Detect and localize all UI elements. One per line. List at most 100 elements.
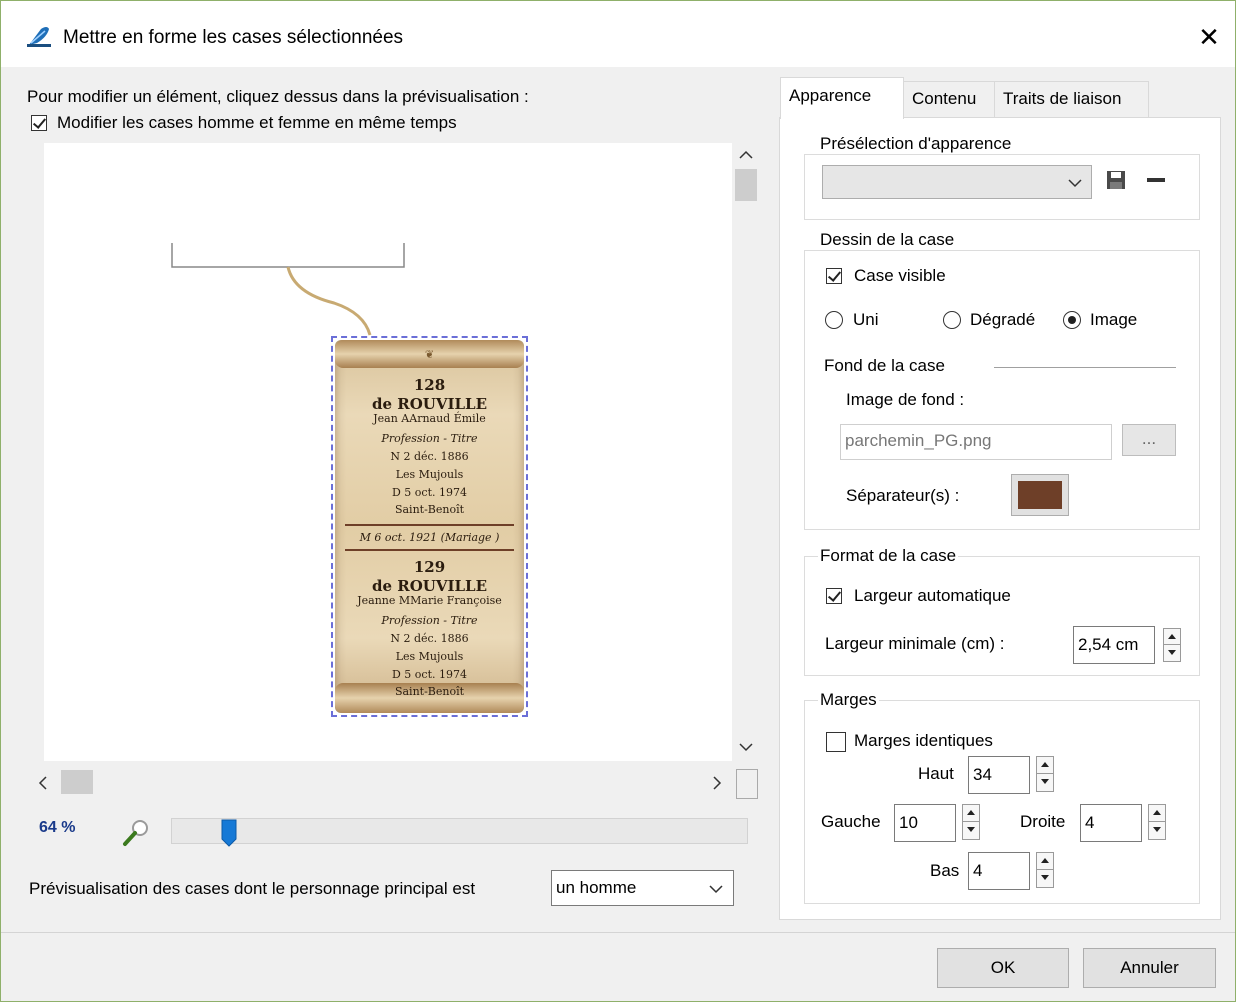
min-width-label: Largeur minimale (cm) : [825,634,1005,653]
stepper-up-icon[interactable] [1037,757,1053,774]
p1-number: 128 [413,376,446,394]
stepper-up-icon[interactable] [1164,629,1180,645]
p1-birth-place: Les Mujouls [395,468,464,481]
min-width-input[interactable]: 2,54 cm [1073,626,1155,664]
delete-preset-icon[interactable] [1145,169,1167,191]
p1-profession: Profession - Titre [381,432,478,445]
p1-death-place: Saint-Benoît [394,503,465,516]
margin-top-stepper[interactable] [1036,756,1054,792]
format-boxes-dialog: Mettre en forme les cases sélectionnées … [0,0,1236,1002]
scroll-corner-grip [736,769,758,799]
radio-uni[interactable] [825,311,843,329]
p2-birth-place: Les Mujouls [395,650,464,663]
tab-link-lines[interactable]: Traits de liaison [994,81,1149,117]
instruction-text: Pour modifier un élément, cliquez dessus… [27,87,529,106]
marriage-line: M 6 oct. 1921 (Mariage ) [359,531,500,544]
magnifier-icon[interactable] [121,817,155,847]
preview-filter-label: Prévisualisation des cases dont le perso… [29,879,476,898]
close-button[interactable]: ✕ [1191,21,1227,53]
preview-area[interactable]: ❦ 128 de ROUVILLE Jean AArnaud Émile Pro… [44,143,732,761]
format-group-title: Format de la case [818,546,959,566]
separator-color-swatch [1018,481,1062,509]
margin-left-input[interactable]: 10 [894,804,956,842]
scroll-down-icon[interactable] [738,741,754,753]
margin-top-label: Haut [918,764,954,783]
preview-vertical-scrollbar[interactable] [732,143,760,761]
preview-horizontal-scrollbar[interactable] [31,767,732,797]
preset-group-title: Présélection d'apparence [818,134,1014,154]
footer-divider [1,932,1235,933]
preset-select[interactable] [822,165,1092,199]
margin-bottom-stepper[interactable] [1036,852,1054,888]
stepper-up-icon[interactable] [963,805,979,822]
zoom-slider[interactable] [171,818,748,847]
modify-both-checkbox[interactable] [31,115,47,131]
window-title: Mettre en forme les cases sélectionnées [63,27,404,48]
margin-right-input[interactable]: 4 [1080,804,1142,842]
stepper-down-icon[interactable] [1164,645,1180,661]
modify-both-label: Modifier les cases homme et femme en mêm… [57,113,457,132]
zoom-value: 64 % [39,819,76,836]
section-divider [994,367,1176,368]
separator-line-bottom [345,549,514,551]
auto-width-checkbox[interactable] [826,588,842,604]
p1-given-names: Jean AArnaud Émile [373,412,486,425]
margin-left-label: Gauche [821,812,881,831]
browse-image-button[interactable]: ... [1122,424,1176,456]
separator-line-top [345,524,514,526]
margin-right-label: Droite [1020,812,1066,831]
horizontal-scroll-thumb[interactable] [61,770,93,794]
selected-box-outline[interactable]: ❦ 128 de ROUVILLE Jean AArnaud Émile Pro… [331,336,528,717]
margin-bottom-label: Bas [930,861,960,880]
p2-profession: Profession - Titre [381,614,478,627]
appearance-tab-panel: Présélection d'apparence Dessin de la ca… [779,117,1221,920]
stepper-down-icon[interactable] [1037,870,1053,887]
stepper-down-icon[interactable] [963,822,979,839]
scroll-up-icon[interactable] [738,149,754,161]
preview-filter-value: un homme [556,878,637,897]
cancel-button[interactable]: Annuler [1083,948,1216,988]
radio-gradient-label: Dégradé [970,310,1036,329]
zoom-slider-thumb[interactable] [221,819,237,847]
p2-death: D 5 oct. 1974 [391,668,467,681]
margins-group-title: Marges [818,690,879,710]
margin-right-stepper[interactable] [1148,804,1166,840]
identical-margins-checkbox[interactable] [826,732,846,752]
drawing-group-title: Dessin de la case [818,230,957,250]
p2-surname: de ROUVILLE [371,577,488,595]
stepper-up-icon[interactable] [1037,853,1053,870]
parchment-card[interactable]: ❦ 128 de ROUVILLE Jean AArnaud Émile Pro… [335,340,524,713]
identical-margins-label: Marges identiques [854,731,993,750]
separator-color-button[interactable] [1011,474,1069,516]
chevron-down-icon [1068,179,1082,188]
p2-death-place: Saint-Benoît [394,685,465,698]
save-icon[interactable] [1105,169,1127,191]
app-feather-icon [27,27,51,47]
radio-image[interactable] [1063,311,1081,329]
vertical-scroll-thumb[interactable] [735,169,757,201]
p2-birth: N 2 déc. 1886 [390,632,469,645]
radio-image-label: Image [1090,310,1138,329]
min-width-stepper[interactable] [1163,628,1181,662]
title-bar: Mettre en forme les cases sélectionnées … [1,1,1235,67]
scroll-right-icon[interactable] [711,775,723,791]
margin-top-input[interactable]: 34 [968,756,1030,794]
ornament-icon: ❦ [424,348,435,361]
stepper-up-icon[interactable] [1149,805,1165,822]
chevron-down-icon [709,885,723,894]
margin-left-stepper[interactable] [962,804,980,840]
background-image-label: Image de fond : [846,390,965,409]
margin-bottom-input[interactable]: 4 [968,852,1030,890]
preview-filter-select[interactable]: un homme [551,870,734,906]
stepper-down-icon[interactable] [1037,774,1053,791]
stepper-down-icon[interactable] [1149,822,1165,839]
radio-gradient[interactable] [943,311,961,329]
case-visible-checkbox[interactable] [826,268,842,284]
tab-appearance[interactable]: Apparence [780,77,904,119]
scroll-left-icon[interactable] [37,775,49,791]
tab-content[interactable]: Contenu [903,81,995,117]
p2-number: 129 [413,558,446,576]
ok-button[interactable]: OK [937,948,1069,988]
p1-death: D 5 oct. 1974 [391,486,467,499]
background-image-field[interactable]: parchemin_PG.png [840,424,1112,460]
